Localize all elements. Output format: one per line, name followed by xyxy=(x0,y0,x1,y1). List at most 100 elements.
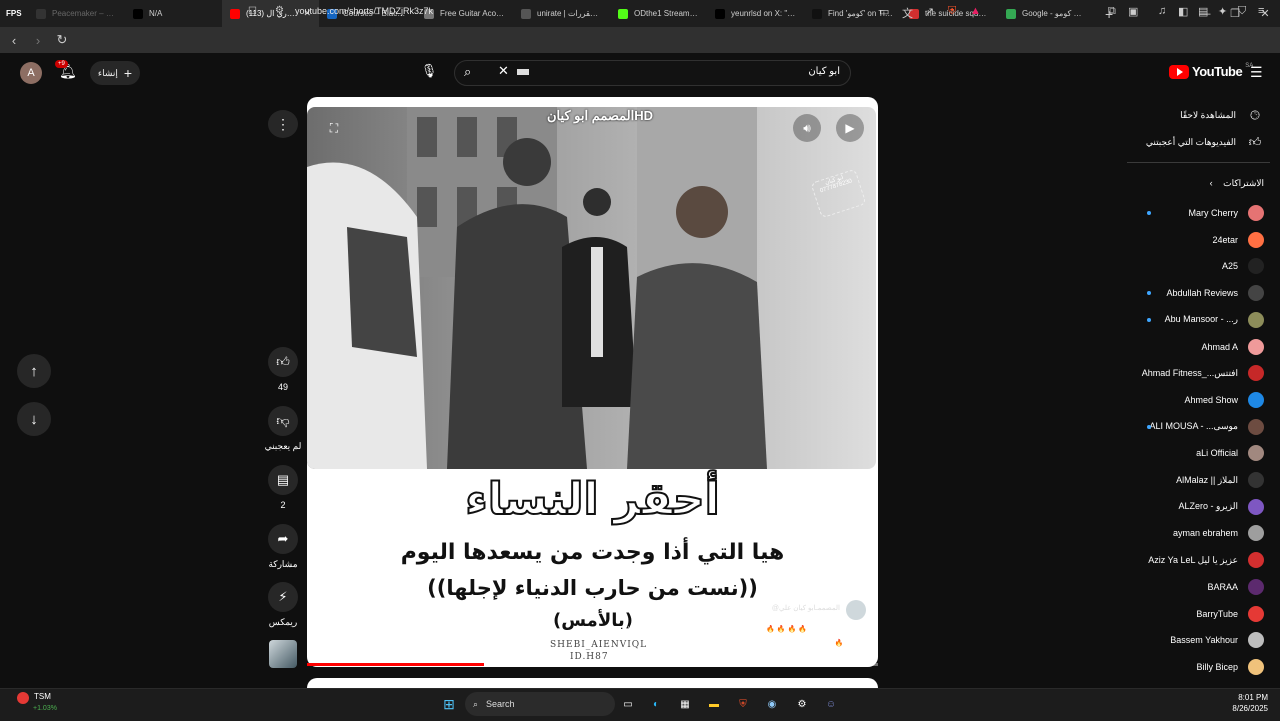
subscription-channel-item[interactable]: Ahmed Show xyxy=(1184,390,1264,410)
video-progress-bar[interactable] xyxy=(307,663,878,666)
forward-button[interactable]: › xyxy=(28,30,48,50)
like-button[interactable]: 👍︎ xyxy=(268,347,298,377)
subscription-channel-item[interactable]: A25 xyxy=(1222,256,1264,276)
subscription-channel-item[interactable]: BARAA xyxy=(1207,577,1264,597)
subscription-channel-item[interactable]: 24etar xyxy=(1212,230,1264,250)
windows-start-icon[interactable]: ⊞ xyxy=(440,695,458,713)
channel-name: A25 xyxy=(1221,261,1238,272)
wallet-icon[interactable]: ▤ xyxy=(1198,5,1208,18)
back-button[interactable]: ‹ xyxy=(4,30,24,50)
guide-menu-icon[interactable]: ☰ xyxy=(1250,64,1263,81)
create-button[interactable]: إنشاء + xyxy=(90,61,140,85)
youtube-logo[interactable]: YouTube SA xyxy=(1169,63,1253,79)
edge-icon[interactable]: ◐ xyxy=(647,695,665,713)
browser-tab[interactable]: unirate | عن المقررات xyxy=(513,0,610,27)
dislike-action[interactable]: 👎︎ لم يعجبني xyxy=(265,406,301,452)
video-hashtags[interactable]: #تصميم ابو كيان 🔥 #Id.H87 xyxy=(700,639,870,647)
brave-browser-icon[interactable]: ⛨ xyxy=(734,695,752,713)
brave-shield-icon[interactable]: ⛨ xyxy=(948,5,956,18)
share-action[interactable]: ➦ مشاركة xyxy=(268,524,298,570)
tab-search-icon[interactable]: ▣ xyxy=(1128,5,1138,18)
tab-title: Free Guitar Acoustic Le xyxy=(440,9,505,18)
store-icon[interactable]: ▦ xyxy=(676,695,694,713)
task-view-icon[interactable]: ▭ xyxy=(619,695,637,713)
more-options-icon[interactable]: ⋮ xyxy=(268,110,298,138)
stock-widget-icon[interactable] xyxy=(17,692,29,704)
video-channel-name[interactable]: @المصممـابو كيان علي xyxy=(700,604,840,612)
subscription-channel-item[interactable]: Ahmad Fitness_...افتتس xyxy=(1142,363,1264,383)
subscription-channel-item[interactable]: Abdullah Reviews xyxy=(1166,283,1264,303)
reload-button[interactable]: ↻ xyxy=(52,30,72,50)
dislike-button[interactable]: 👎︎ xyxy=(268,406,298,436)
url-field[interactable]: youtube.com/shorts/TMDZjRk3z7k xyxy=(295,6,433,16)
subscription-channel-item[interactable]: ALZero - الزيرو xyxy=(1178,497,1264,517)
fullscreen-icon[interactable]: ⛶ xyxy=(320,114,348,142)
taskbar-search[interactable]: ⌕ Search xyxy=(465,692,615,716)
subscription-channel-item[interactable]: Mary Cherry xyxy=(1188,203,1264,223)
channel-avatar xyxy=(1248,418,1264,435)
comments-action[interactable]: ▤ 2 xyxy=(268,465,298,510)
play-pause-icon[interactable]: ▶ xyxy=(836,114,864,142)
browser-menu-icon[interactable]: ≡ xyxy=(1258,5,1264,17)
sidebar-item-liked-videos[interactable]: الفيديوهات التي أعجبتني 👍︎ xyxy=(1146,132,1264,152)
translate-icon[interactable]: 文 xyxy=(902,5,913,21)
browser-tab[interactable]: Google - خرائط كومو xyxy=(998,0,1095,27)
brave-rewards-icon[interactable]: ▲ xyxy=(970,5,981,17)
clear-search-icon[interactable]: ✕ xyxy=(498,63,509,79)
extensions-icon[interactable]: ⧉ xyxy=(1108,5,1116,18)
settings-icon[interactable]: ⚙ xyxy=(793,695,811,713)
bookmark-icon[interactable]: ☐ xyxy=(248,6,257,17)
sidebar-item-watch-later[interactable]: المشاهدة لاحقًا 🕒︎ xyxy=(1180,105,1264,125)
next-short-button[interactable]: ↓ xyxy=(17,402,51,436)
voice-search-mic-icon[interactable]: 🎙︎ xyxy=(419,63,439,83)
search-query[interactable]: ابو كيان xyxy=(760,66,840,77)
subscription-channel-item[interactable]: BarryTube xyxy=(1196,604,1264,624)
keyboard-icon[interactable] xyxy=(517,69,529,75)
stock-ticker[interactable]: TSM xyxy=(34,692,51,701)
volume-icon[interactable]: 🔊︎ xyxy=(793,114,821,142)
subscription-channel-item[interactable]: aLi Official xyxy=(1196,443,1264,463)
file-explorer-icon[interactable]: ▬ xyxy=(705,695,723,713)
comments-button[interactable]: ▤ xyxy=(268,465,298,495)
like-action[interactable]: 👍︎ 49 xyxy=(268,347,298,392)
new-content-dot xyxy=(1147,317,1151,322)
share-icon[interactable]: ↗ xyxy=(925,5,934,18)
youtube-play-icon xyxy=(1169,64,1189,79)
account-avatar[interactable]: A xyxy=(20,62,42,84)
subscription-channel-item[interactable]: AlMalaz || الملاز xyxy=(1176,470,1264,490)
sound-thumbnail[interactable] xyxy=(269,640,297,668)
discord-icon[interactable]: ☺ xyxy=(822,695,840,713)
subscription-channel-item[interactable]: Ahmad A xyxy=(1201,337,1264,357)
browser-tab[interactable]: N/A xyxy=(125,0,222,27)
video-scene-image xyxy=(307,107,876,469)
previous-short-button[interactable]: ↑ xyxy=(17,354,51,388)
system-clock[interactable]: 8:01 PM 8/26/2025 xyxy=(1232,692,1268,714)
close-window-button[interactable]: ✕ xyxy=(1250,0,1280,27)
vpn-icon[interactable]: ⛉ xyxy=(1238,5,1246,18)
media-icon[interactable]: ♫ xyxy=(1158,5,1166,17)
subscription-channel-item[interactable]: ayman ebrahem xyxy=(1173,523,1264,543)
subscription-channel-item[interactable]: Abu Mansoor - ...ر xyxy=(1165,310,1264,330)
subscription-channel-item[interactable]: Billy Bicep xyxy=(1196,657,1264,677)
steam-icon[interactable]: ◉ xyxy=(763,695,781,713)
sidebar-icon[interactable]: ◧ xyxy=(1178,5,1188,18)
share-button[interactable]: ➦ xyxy=(268,524,298,554)
channel-avatar xyxy=(1248,445,1264,462)
browser-tab[interactable]: Peacemaker – S1 · E6 xyxy=(28,0,125,27)
remix-action[interactable]: ⚡︎ ريمكس xyxy=(268,582,298,628)
channel-avatar[interactable] xyxy=(846,600,866,620)
browser-tab-bar: FPS Peacemaker – S1 · E6N/A(113) ستوري ا… xyxy=(0,0,1280,27)
site-info-icon[interactable]: ⚙ xyxy=(275,5,284,16)
subscription-channel-item[interactable]: ALI MOUSA - ...موسى xyxy=(1149,417,1264,437)
subscriptions-heading[interactable]: ‹ الاشتراكات xyxy=(1210,178,1264,189)
subscription-channel-item[interactable]: Aziz Ya LeL عزيز يا ليل xyxy=(1148,550,1264,570)
remix-button[interactable]: ⚡︎ xyxy=(268,582,298,612)
search-icon[interactable]: ⌕ xyxy=(464,64,471,80)
cast-icon[interactable]: ▭ xyxy=(879,5,889,18)
browser-tab[interactable]: ODthe1 Stream - Kick xyxy=(610,0,707,27)
browser-tab[interactable]: yeunrlsd on X: "Off The xyxy=(707,0,804,27)
leo-icon[interactable]: ✦ xyxy=(1218,5,1227,18)
tab-favicon-icon xyxy=(618,8,628,19)
subscription-channel-item[interactable]: Bassem Yakhour xyxy=(1170,630,1264,650)
fps-indicator: FPS xyxy=(6,9,22,18)
